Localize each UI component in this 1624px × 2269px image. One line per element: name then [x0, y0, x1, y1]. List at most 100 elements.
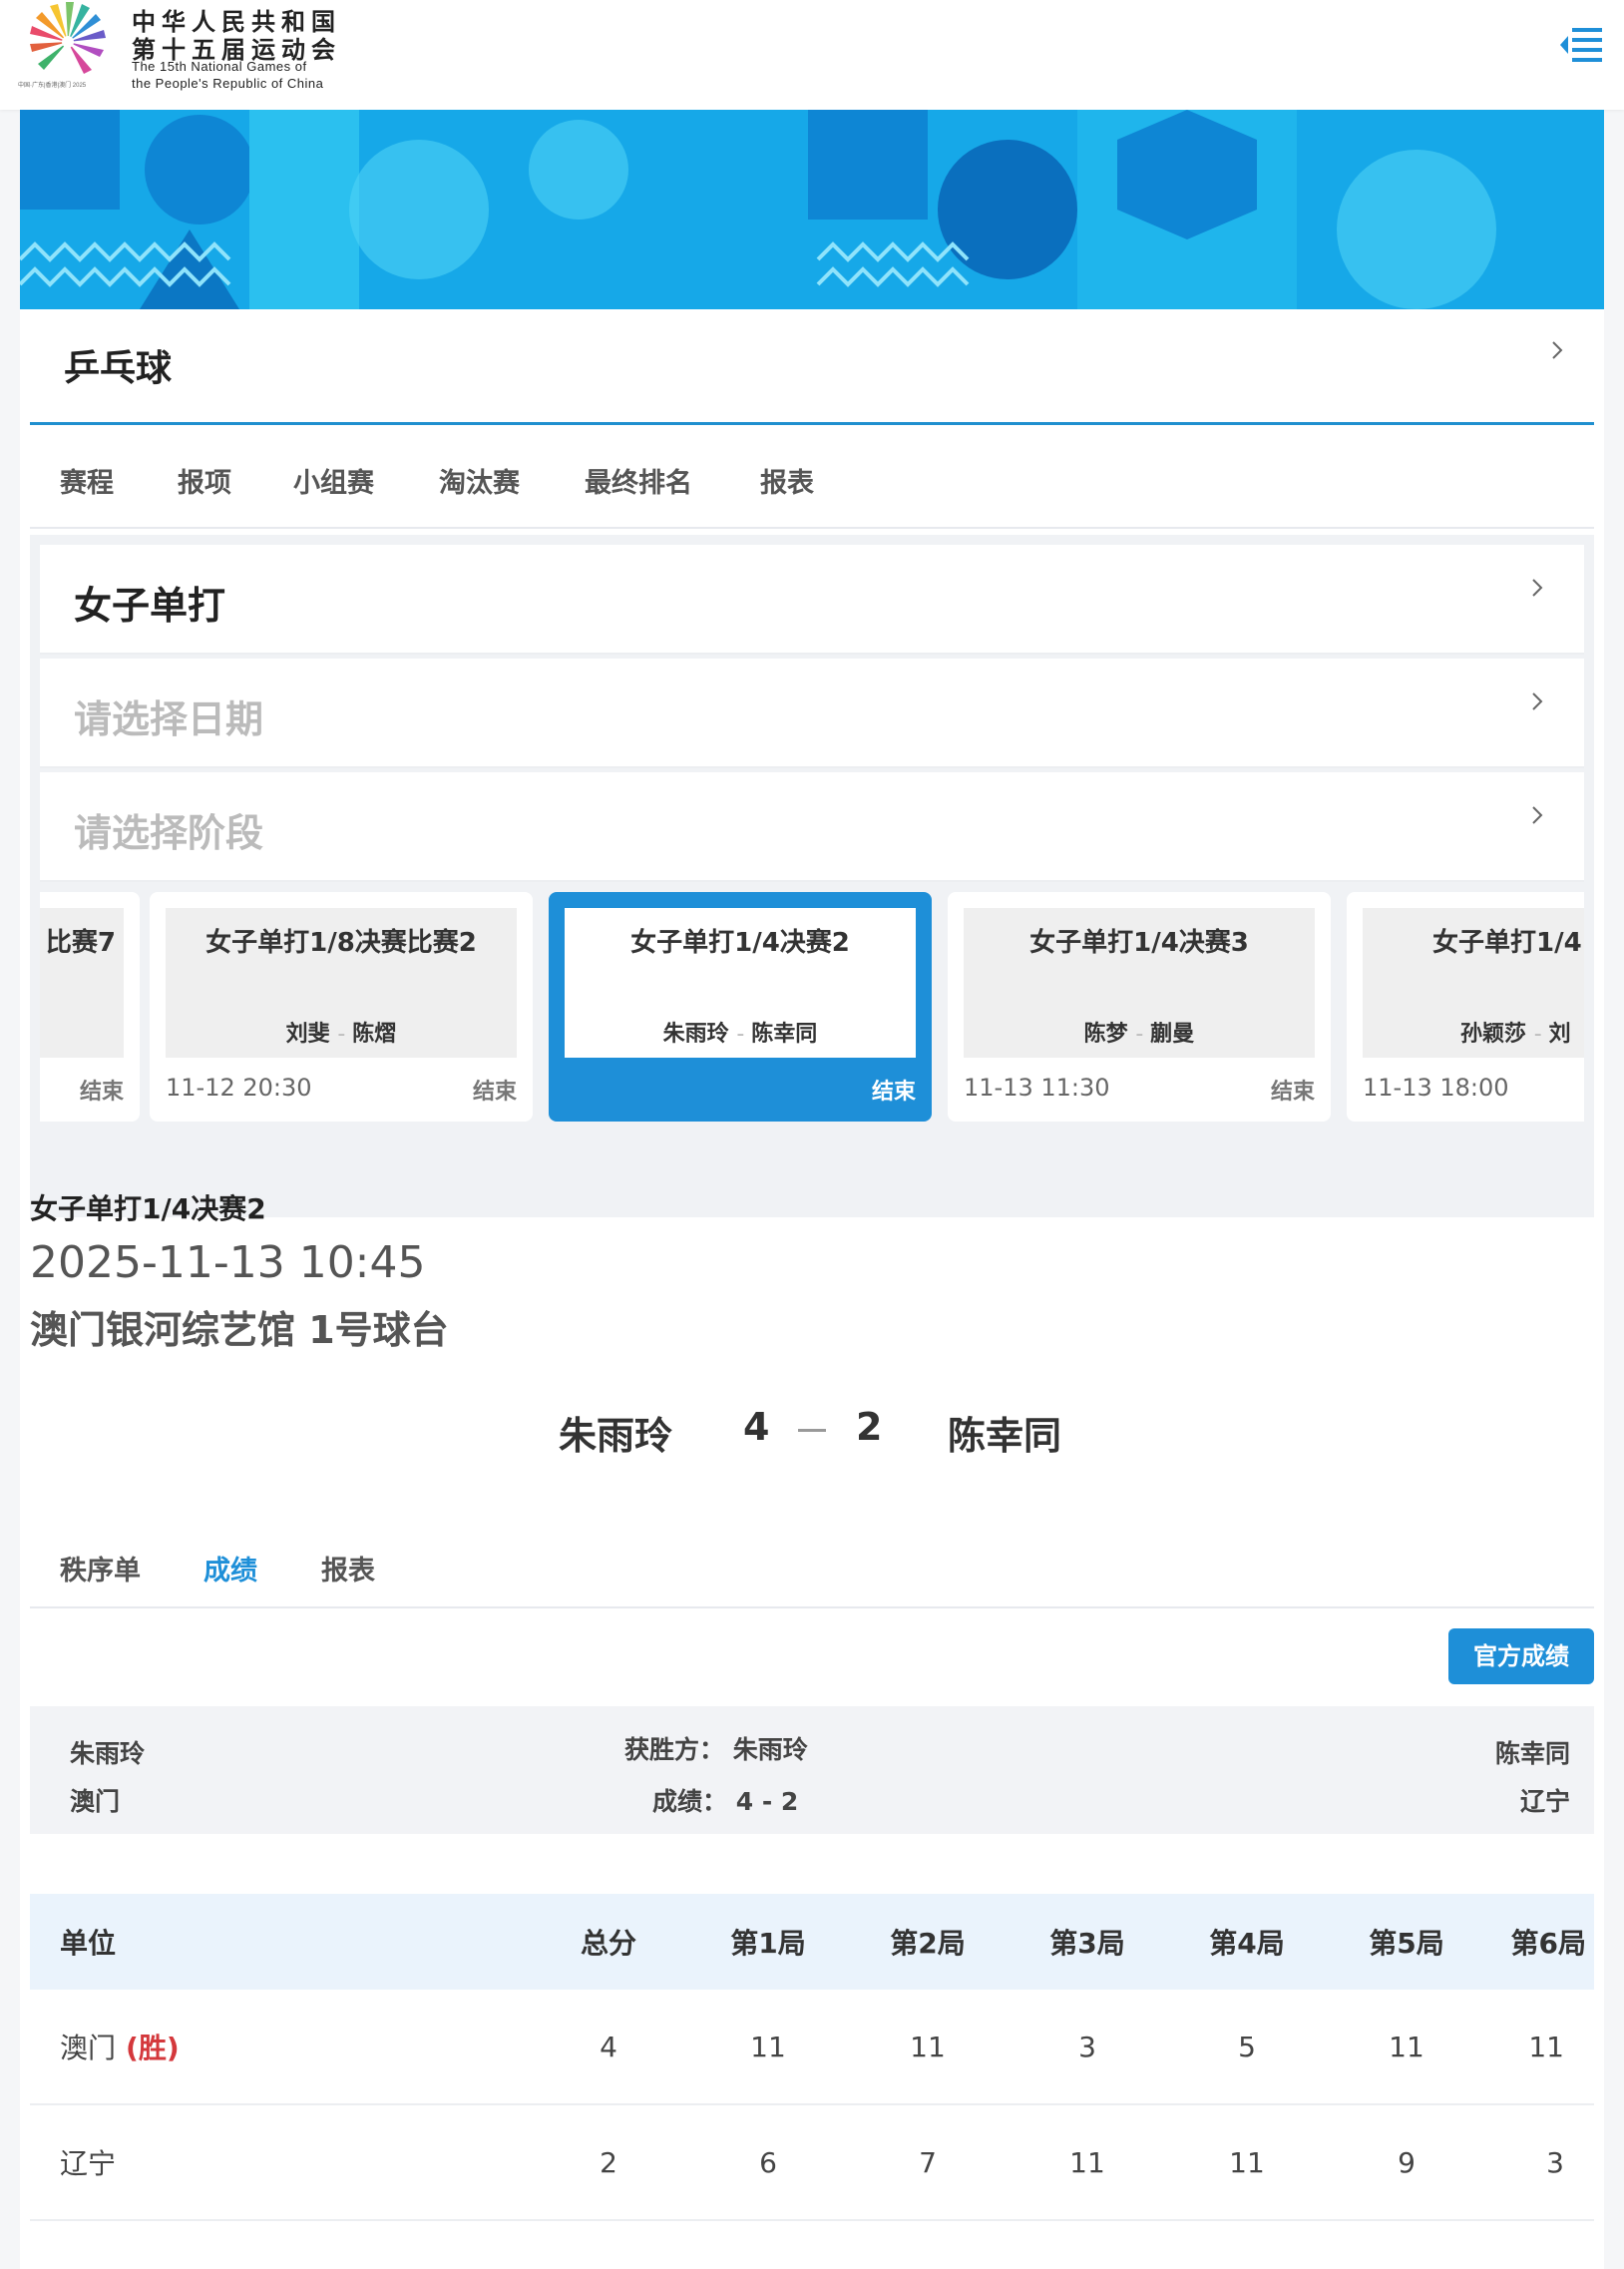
- table-row: 澳门 (胜) 4 11 11 3 5 11 11: [30, 1990, 1594, 2105]
- sport-title: 乒乓球: [64, 348, 173, 389]
- tab-order-of-play[interactable]: 秩序单: [60, 1549, 141, 1588]
- header-game2: 第2局: [890, 1927, 966, 1960]
- match-card-inner: 比赛7: [40, 908, 124, 1058]
- player-a: 刘斐: [285, 1022, 330, 1047]
- row-game4: 5: [1238, 2030, 1256, 2063]
- summary-winner: 获胜方： 朱雨玲: [624, 1730, 808, 1766]
- players-separator: -: [337, 1022, 353, 1047]
- match-card-players: 朱雨玲 - 陈幸同: [565, 1016, 916, 1048]
- score-value: 4 - 2: [735, 1787, 799, 1816]
- players-separator: -: [1533, 1022, 1549, 1047]
- match-card-status: 结束: [79, 1080, 124, 1105]
- row-unit: 辽宁: [30, 2105, 529, 2219]
- tab-knockout[interactable]: 淘汰赛: [439, 461, 520, 500]
- sport-banner: [20, 110, 1604, 309]
- player-b: 刘: [1548, 1022, 1571, 1047]
- tab-entries[interactable]: 报项: [178, 461, 231, 500]
- match-subtabs: 秩序单 成绩 报表: [30, 1527, 1594, 1608]
- filter-panel: 女子单打 请选择日期 请选择阶段 比赛7 结束 女子单打1/8决赛比赛2 刘斐 …: [30, 535, 1594, 1217]
- match-card-status: 结束: [871, 1080, 916, 1105]
- match-card-time: 11-13 18:00: [1363, 1074, 1509, 1102]
- winner-label: 获胜方：: [624, 1735, 725, 1764]
- summary-left-team: 澳门: [70, 1787, 121, 1816]
- logo-title-en-line2: the People's Republic of China: [132, 76, 324, 91]
- event-selector[interactable]: 女子单打: [40, 545, 1584, 655]
- chevron-right-icon: [1526, 804, 1548, 826]
- stage-selector[interactable]: 请选择阶段: [40, 772, 1584, 882]
- player-a: 孙颖莎: [1460, 1022, 1527, 1047]
- winner-value: 朱雨玲: [732, 1735, 808, 1764]
- row-game1: 11: [750, 2030, 786, 2063]
- match-card[interactable]: 女子单打1/4 孙颖莎 - 刘 11-13 18:00: [1347, 892, 1584, 1122]
- tab-reports[interactable]: 报表: [760, 461, 814, 500]
- row-game3: 11: [1069, 2145, 1105, 2179]
- win-tag: (胜): [126, 2032, 180, 2064]
- match-carousel[interactable]: 比赛7 结束 女子单打1/8决赛比赛2 刘斐 - 陈熠 11-12 20:30 …: [40, 880, 1584, 1128]
- row-game6: 3: [1546, 2145, 1564, 2179]
- score-label: 成绩：: [652, 1787, 728, 1816]
- header-game6: 第6局: [1510, 1927, 1586, 1960]
- row-game3: 3: [1078, 2030, 1096, 2063]
- match-card-inner: 女子单打1/4 孙颖莎 - 刘: [1363, 908, 1584, 1058]
- unit-name: 辽宁: [60, 2147, 117, 2180]
- sport-tabs: 赛程 报项 小组赛 淘汰赛 最终排名 报表: [30, 429, 1594, 529]
- row-game2: 11: [910, 2030, 946, 2063]
- player-a: 朱雨玲: [662, 1022, 729, 1047]
- match-card[interactable]: 女子单打1/8决赛比赛2 刘斐 - 陈熠 11-12 20:30 结束: [150, 892, 533, 1122]
- match-card[interactable]: 比赛7 结束: [40, 892, 140, 1122]
- tab-schedule[interactable]: 赛程: [60, 461, 114, 500]
- match-title: 女子单打1/4决赛2: [30, 1192, 266, 1225]
- match-card-inner: 女子单打1/4决赛3 陈梦 - 蒯曼: [964, 908, 1315, 1058]
- summary-right-team: 辽宁: [1519, 1787, 1570, 1816]
- header-game5: 第5局: [1369, 1927, 1444, 1960]
- logo-subtext: 中国·广东|香港|澳门 2025: [18, 83, 87, 89]
- match-card[interactable]: 女子单打1/4决赛3 陈梦 - 蒯曼 11-13 11:30 结束: [948, 892, 1331, 1122]
- header-game4: 第4局: [1209, 1927, 1285, 1960]
- match-card-title: 比赛7: [45, 928, 116, 958]
- match-card-title: 女子单打1/8决赛比赛2: [205, 928, 477, 958]
- match-card-players: 孙颖莎 - 刘: [1363, 1016, 1584, 1048]
- chevron-right-icon: [1546, 339, 1568, 361]
- row-unit: 澳门 (胜): [30, 1990, 529, 2103]
- date-selector[interactable]: 请选择日期: [40, 659, 1584, 768]
- official-results-button[interactable]: 官方成绩: [1448, 1628, 1594, 1684]
- tab-results[interactable]: 成绩: [203, 1549, 257, 1588]
- top-header: 中国·广东|香港|澳门 2025 中华人民共和国 第十五届运动会 The 15t…: [0, 0, 1624, 110]
- tab-group-stage[interactable]: 小组赛: [293, 461, 374, 500]
- match-venue: 澳门银河综艺馆 1号球台: [30, 1308, 449, 1352]
- tab-match-reports[interactable]: 报表: [321, 1549, 375, 1588]
- player-b: 陈幸同: [751, 1022, 818, 1047]
- results-header-row: 单位 总分 第1局 第2局 第3局 第4局 第5局 第6局: [30, 1894, 1594, 1990]
- match-card-players: 陈梦 - 蒯曼: [964, 1016, 1315, 1048]
- tab-final-ranking[interactable]: 最终排名: [585, 461, 692, 500]
- row-game1: 6: [759, 2145, 777, 2179]
- player-b: 蒯曼: [1150, 1022, 1195, 1047]
- match-card-status: 结束: [472, 1080, 517, 1105]
- row-game5: 11: [1389, 2030, 1424, 2063]
- match-card-selected[interactable]: 女子单打1/4决赛2 朱雨玲 - 陈幸同 结束: [549, 892, 932, 1122]
- player-b: 陈熠: [352, 1022, 397, 1047]
- match-card-inner: 女子单打1/4决赛2 朱雨玲 - 陈幸同: [565, 908, 916, 1058]
- row-total: 2: [600, 2145, 617, 2179]
- players-separator: -: [736, 1022, 752, 1047]
- menu-list-icon[interactable]: [1558, 24, 1606, 68]
- players-separator: -: [1135, 1022, 1151, 1047]
- chevron-right-icon: [1526, 690, 1548, 712]
- match-card-title: 女子单打1/4决赛3: [1029, 928, 1249, 958]
- scoreline-score1: 4: [743, 1405, 770, 1449]
- date-selector-placeholder: 请选择日期: [74, 697, 264, 741]
- row-game2: 7: [919, 2145, 937, 2179]
- match-card-status: 结束: [1270, 1080, 1315, 1105]
- match-card-title: 女子单打1/4决赛2: [630, 928, 850, 958]
- match-card-title: 女子单打1/4: [1432, 928, 1582, 958]
- sport-selector[interactable]: 乒乓球: [30, 309, 1594, 425]
- match-card-inner: 女子单打1/8决赛比赛2 刘斐 - 陈熠: [166, 908, 517, 1058]
- table-row: 辽宁 2 6 7 11 11 9 3: [30, 2105, 1594, 2221]
- header-total: 总分: [580, 1927, 636, 1960]
- chevron-right-icon: [1526, 577, 1548, 599]
- match-card-time: 11-13 11:30: [964, 1074, 1110, 1102]
- unit-name: 澳门: [60, 2032, 117, 2064]
- header-unit: 单位: [60, 1927, 117, 1960]
- stage-selector-placeholder: 请选择阶段: [74, 811, 264, 855]
- summary-left-name: 朱雨玲: [70, 1739, 146, 1768]
